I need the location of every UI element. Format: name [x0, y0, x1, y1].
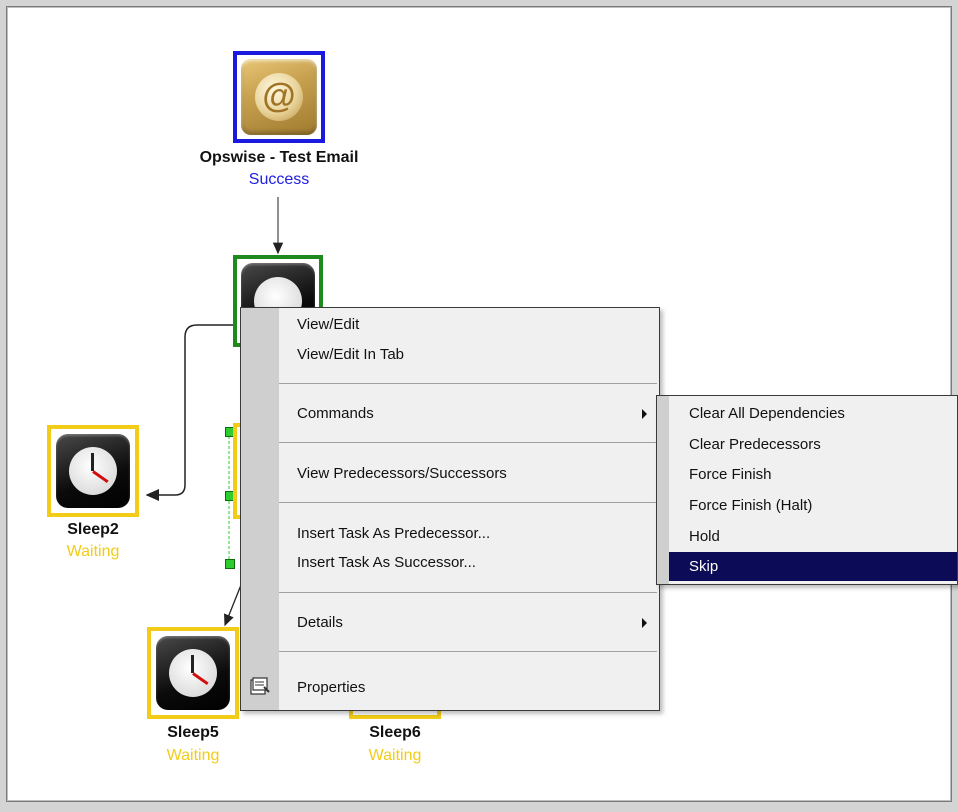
node-sleep6-label: Sleep6 [369, 724, 421, 741]
commands-submenu: Clear All Dependencies Clear Predecessor… [656, 395, 958, 585]
node-email-task[interactable]: @ [233, 51, 325, 143]
menu-separator [279, 502, 657, 503]
node-sleep6-status: Waiting [368, 747, 422, 764]
edge-running-to-sleep2 [145, 324, 233, 501]
selection-handle[interactable] [225, 559, 235, 569]
menu-item-properties[interactable]: Properties [297, 679, 365, 696]
menu-separator [279, 592, 657, 593]
menu-item-commands[interactable]: Commands [297, 405, 374, 422]
submenu-arrow-icon [642, 409, 647, 419]
submenu-item-clear-all-dependencies[interactable]: Clear All Dependencies [669, 399, 957, 428]
node-email-status: Success [248, 171, 310, 188]
submenu-gutter [657, 396, 669, 584]
submenu-item-force-finish-halt[interactable]: Force Finish (Halt) [669, 491, 957, 520]
node-sleep2-status: Waiting [66, 543, 120, 560]
node-sleep5-label: Sleep5 [167, 724, 219, 741]
menu-item-insert-successor[interactable]: Insert Task As Successor... [297, 554, 476, 571]
menu-item-view-predecessors-successors[interactable]: View Predecessors/Successors [297, 465, 507, 482]
menu-item-insert-predecessor[interactable]: Insert Task As Predecessor... [297, 525, 490, 542]
node-sleep5-status: Waiting [166, 747, 220, 764]
submenu-item-clear-predecessors[interactable]: Clear Predecessors [669, 430, 957, 459]
clock-icon [56, 434, 130, 508]
properties-icon [250, 677, 270, 695]
context-menu: View/Edit View/Edit In Tab Commands View… [240, 307, 660, 711]
menu-separator [279, 651, 657, 652]
menu-separator [279, 383, 657, 384]
email-icon: @ [241, 59, 317, 135]
submenu-item-hold[interactable]: Hold [669, 522, 957, 551]
menu-item-view-edit-in-tab[interactable]: View/Edit In Tab [297, 346, 404, 363]
node-sleep2[interactable] [47, 425, 139, 517]
node-sleep2-label: Sleep2 [67, 521, 119, 538]
clock-icon [156, 636, 230, 710]
menu-item-view-edit[interactable]: View/Edit [297, 316, 359, 333]
submenu-arrow-icon [642, 618, 647, 628]
submenu-item-skip[interactable]: Skip [669, 552, 957, 581]
node-email-label: Opswise - Test Email [199, 149, 359, 166]
submenu-item-force-finish[interactable]: Force Finish [669, 460, 957, 489]
menu-gutter [241, 308, 279, 710]
node-sleep5[interactable] [147, 627, 239, 719]
edge-to-sleep5 [224, 584, 242, 627]
menu-item-details[interactable]: Details [297, 614, 343, 631]
menu-separator [279, 442, 657, 443]
